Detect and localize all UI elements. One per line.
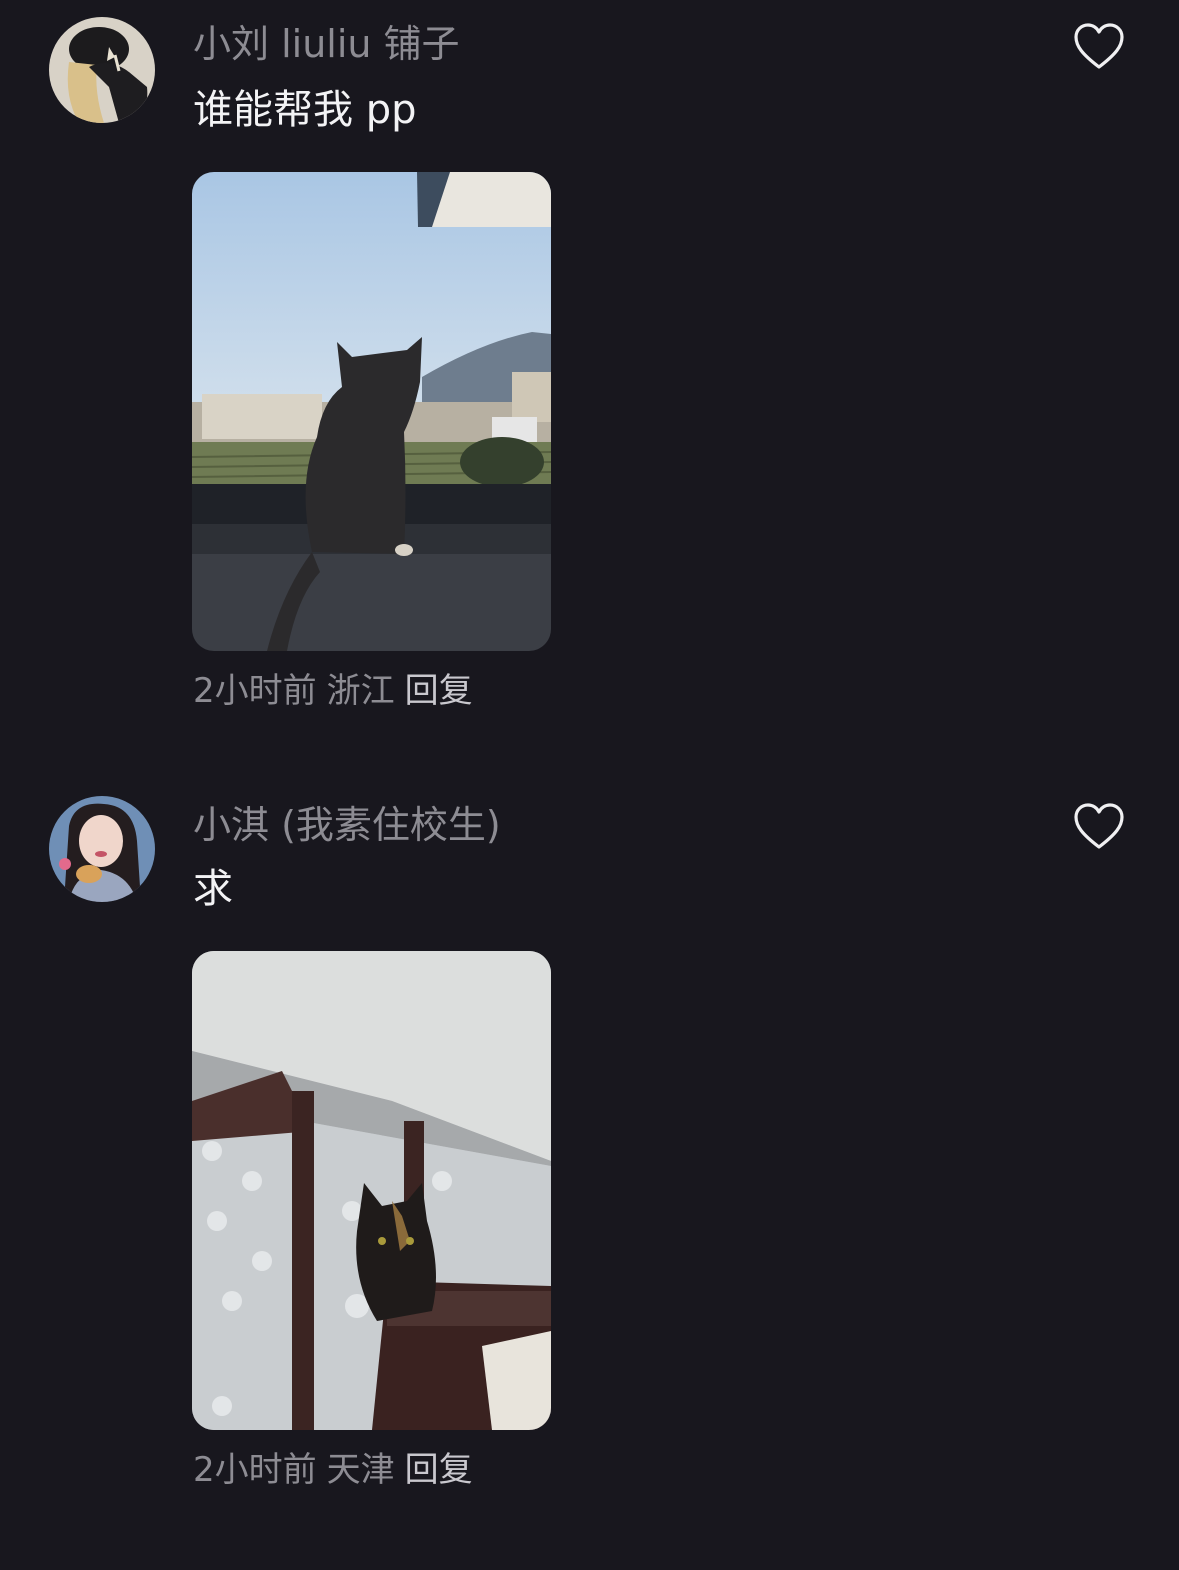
location: 天津 [326, 1450, 395, 1490]
comment-meta: 2小时前 天津 回复 [193, 1448, 483, 1492]
comment-meta: 2小时前 浙江 回复 [193, 669, 483, 713]
heart-outline-icon[interactable] [1072, 21, 1126, 71]
comment-item: 小刘 liuliu 铺子 谁能帮我 pp 2小时前 浙江 回复 [0, 0, 1179, 760]
timestamp: 2小时前 [193, 1450, 317, 1490]
cat-on-staircase-photo[interactable] [192, 951, 551, 1430]
comment-item: 小淇 (我素住校生) 求 2小时前 天津 回复 [0, 780, 1179, 1560]
avatar[interactable] [49, 796, 155, 902]
timestamp: 2小时前 [193, 671, 317, 711]
comment-text: 求 [193, 866, 233, 912]
comment-text: 谁能帮我 pp [193, 87, 417, 133]
cat-sitting-on-windowsill-photo[interactable] [192, 172, 551, 651]
username[interactable]: 小刘 liuliu 铺子 [193, 19, 460, 69]
location: 浙江 [326, 671, 395, 711]
username[interactable]: 小淇 (我素住校生) [193, 800, 501, 850]
heart-outline-icon[interactable] [1072, 801, 1126, 851]
reply-button[interactable]: 回复 [405, 1450, 473, 1490]
reply-button[interactable]: 回复 [405, 671, 473, 711]
avatar[interactable] [49, 17, 155, 123]
